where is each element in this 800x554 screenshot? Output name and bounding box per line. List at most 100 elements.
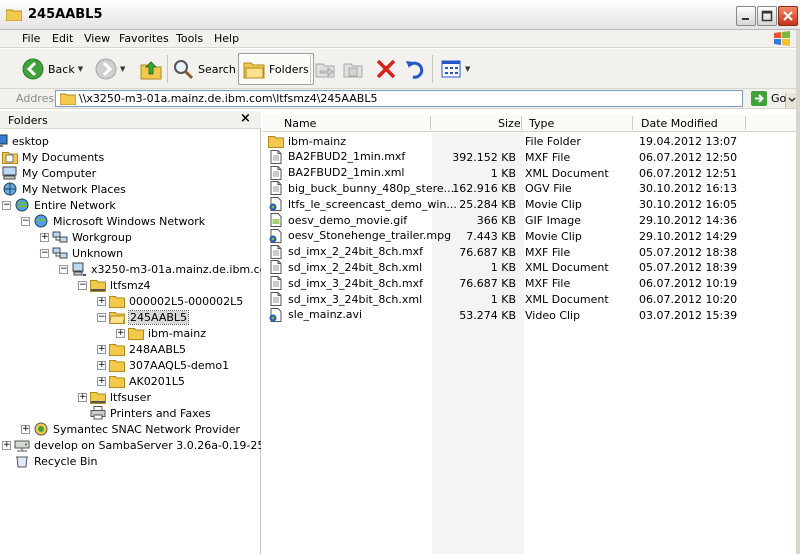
file-row[interactable]: ltfs_le_screencast_demo_win... 25.284 KB M… [263, 196, 800, 212]
tree-node[interactable]: +307AAQL5-demo1 [97, 357, 229, 373]
file-size: 76.687 KB [459, 277, 516, 291]
file-name: big_buck_bunny_480p_stere... [288, 181, 455, 195]
menu-view[interactable]: View [84, 32, 110, 45]
file-row[interactable]: ibm-mainz File Folder 19.04.2012 13:07 [263, 133, 800, 149]
forward-button[interactable]: ▼ [95, 53, 125, 85]
file-date: 29.10.2012 14:36 [639, 214, 738, 227]
collapse-icon[interactable]: − [40, 248, 49, 258]
file-size: 1 KB [490, 261, 516, 275]
close-button[interactable] [778, 6, 798, 26]
file-date: 06.07.2012 12:50 [639, 150, 738, 164]
folder-open-icon [108, 310, 126, 324]
tree-node[interactable]: − Microsoft Windows Network [21, 213, 205, 229]
file-name: oesv_demo_movie.gif [288, 213, 408, 227]
file-date: 29.10.2012 14:29 [639, 229, 738, 243]
expand-icon[interactable]: + [97, 376, 106, 386]
desktop-icon [0, 134, 8, 148]
symantec-icon [33, 422, 49, 436]
expand-icon[interactable]: + [97, 360, 106, 370]
minimize-button[interactable] [736, 6, 756, 26]
tree-node[interactable]: +000002L5-000002L5 [97, 293, 243, 309]
expand-icon[interactable]: + [2, 440, 11, 450]
tree-node[interactable]: esktop [0, 133, 49, 149]
folders-pane-title: Folders [8, 114, 48, 127]
file-type: MXF File [525, 150, 571, 164]
tree-node[interactable]: + Symantec SNAC Network Provider [21, 421, 240, 437]
go-button[interactable]: Go [751, 91, 786, 106]
expand-icon[interactable]: + [97, 296, 106, 306]
title-bar[interactable]: 245AABL5 [0, 0, 800, 30]
address-bar: Address \\x3250-m3-01a.mainz.de.ibm.com\… [0, 89, 800, 109]
tree-node[interactable]: Printers and Faxes [78, 405, 211, 421]
tree-node[interactable]: + AK0201L5 [97, 373, 185, 389]
folders-button[interactable]: Folders [238, 53, 314, 85]
move-to-button[interactable] [314, 53, 336, 85]
file-row[interactable]: BA2FBUD2_1min.mxf 392.152 KB MXF File 06.07… [263, 149, 800, 165]
file-size: 7.443 KB [466, 229, 516, 243]
tree-node[interactable]: Recycle Bin [2, 453, 97, 469]
collapse-icon[interactable]: − [78, 280, 87, 290]
tree-node[interactable]: − Unknown [40, 245, 123, 261]
column-header-name[interactable]: Name [284, 117, 316, 130]
file-row[interactable]: sd_imx_3_24bit_8ch.xml 1 KB XML Document 06… [263, 291, 800, 307]
tree-node[interactable]: + Workgroup [40, 229, 132, 245]
file-row[interactable]: BA2FBUD2_1min.xml 1 KB XML Document 06.07.2… [263, 165, 800, 181]
tree-node-label: Workgroup [72, 230, 132, 244]
tree-node[interactable]: My Documents [2, 149, 104, 165]
undo-button[interactable] [404, 53, 426, 85]
expand-icon[interactable]: + [78, 392, 87, 402]
file-date: 06.07.2012 12:51 [639, 166, 738, 180]
collapse-icon[interactable]: − [97, 312, 106, 322]
menu-tools[interactable]: Tools [176, 32, 203, 45]
tree-node-label: 248AABL5 [129, 342, 187, 356]
expand-icon[interactable]: + [116, 328, 125, 338]
file-name: BA2FBUD2_1min.mxf [288, 150, 406, 164]
tree-node[interactable]: + ibm-mainz [116, 325, 206, 341]
tree-node[interactable]: +248AABL5 [97, 341, 186, 357]
collapse-icon[interactable]: − [21, 216, 30, 226]
tree-node[interactable]: − ltfsmz4 [78, 277, 150, 293]
tree-node[interactable]: − x3250-m3-01a.mainz.de.ibm.com [59, 261, 261, 277]
file-row[interactable]: sle_mainz.avi 53.274 KB Video Clip 03.07.20… [263, 307, 800, 323]
folder-icon [109, 342, 125, 356]
expand-icon[interactable]: + [97, 344, 106, 354]
menu-file[interactable]: File [22, 32, 40, 45]
views-button[interactable]: ▼ [440, 53, 470, 85]
file-row[interactable]: big_buck_bunny_480p_stere... 162.916 KB OG… [263, 180, 800, 196]
address-input[interactable]: \\x3250-m3-01a.mainz.de.ibm.com\ltfsmz4\… [55, 90, 799, 108]
up-folder-button[interactable] [140, 53, 162, 85]
tree-node[interactable]: − Entire Network [2, 197, 116, 213]
tree-node-label: AK0201L5 [129, 374, 185, 388]
column-header-type[interactable]: Type [529, 117, 554, 130]
collapse-icon[interactable]: − [2, 200, 11, 210]
column-header-date[interactable]: Date Modified [641, 117, 718, 130]
expand-icon[interactable]: + [21, 424, 30, 434]
file-row[interactable]: sd_imx_2_24bit_8ch.mxf 76.687 KB MXF File 0… [263, 244, 800, 260]
search-button[interactable]: Search [172, 53, 236, 85]
tree-node[interactable]: + ltfsuser [78, 389, 151, 405]
maximize-button[interactable] [757, 6, 777, 26]
copy-to-button[interactable] [342, 53, 364, 85]
file-type: XML Document [525, 166, 609, 180]
file-row[interactable]: oesv_Stonehenge_trailer.mpg 7.443 KB Movie… [263, 228, 800, 244]
back-button[interactable]: Back ▼ [22, 53, 83, 85]
collapse-icon[interactable]: − [59, 264, 68, 274]
file-row[interactable]: oesv_demo_movie.gif 366 KB GIF Image 29.10.… [263, 212, 800, 228]
menu-help[interactable]: Help [214, 32, 239, 45]
workgroup-icon [52, 246, 68, 260]
file-row[interactable]: sd_imx_3_24bit_8ch.mxf 76.687 KB MXF File 0… [263, 275, 800, 291]
file-row[interactable]: sd_imx_2_24bit_8ch.xml 1 KB XML Document 05… [263, 259, 800, 275]
file-icon [268, 149, 284, 164]
menu-favorites[interactable]: Favorites [119, 32, 169, 45]
expand-icon[interactable]: + [40, 232, 49, 242]
delete-button[interactable] [375, 53, 397, 85]
file-icon [268, 181, 284, 196]
tree-node[interactable]: + develop on SambaServer 3.0.26a-0.19-257… [2, 437, 261, 453]
tree-node[interactable]: − 245AABL5 [97, 309, 190, 325]
menu-edit[interactable]: Edit [52, 32, 73, 45]
go-arrow-icon [751, 91, 767, 106]
tree-node[interactable]: My Computer [2, 165, 96, 181]
column-header-size[interactable]: Size [498, 117, 521, 130]
tree-node[interactable]: My Network Places [2, 181, 126, 197]
close-pane-button[interactable]: × [240, 111, 251, 126]
